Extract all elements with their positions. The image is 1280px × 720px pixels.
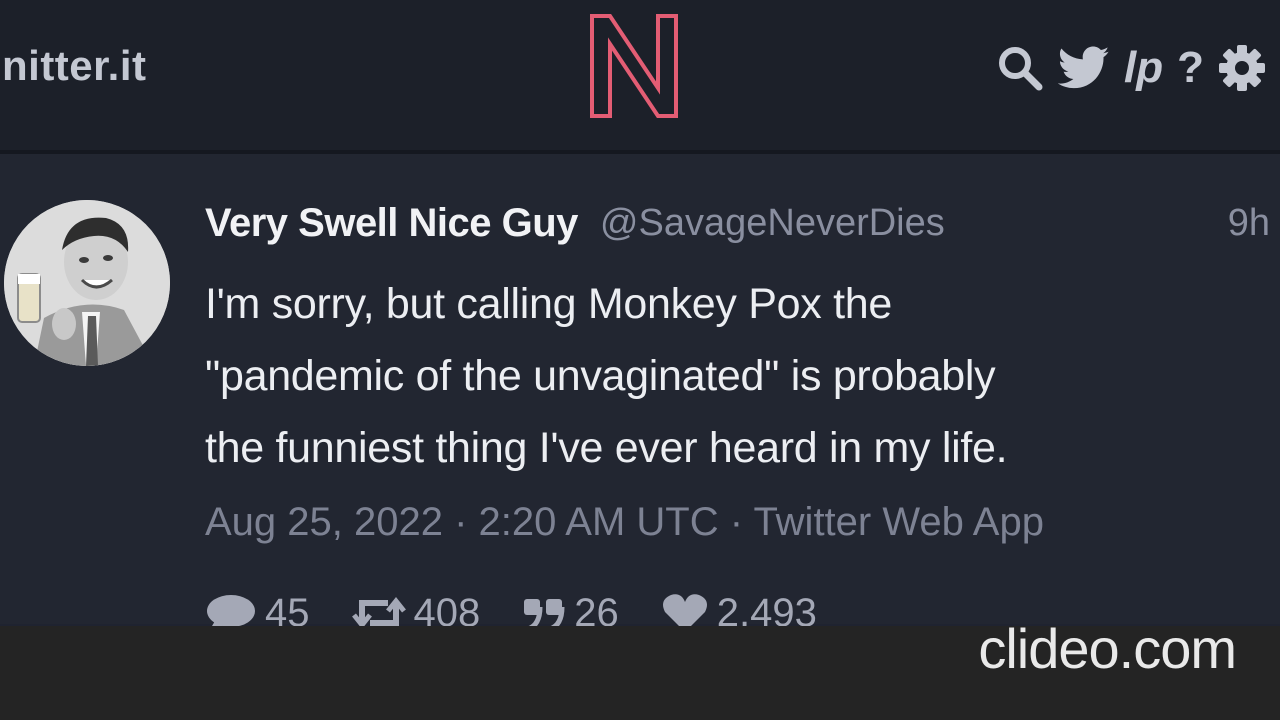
tweet-content: I'm sorry, but calling Monkey Pox the "p… xyxy=(205,268,1275,484)
fullname-link[interactable]: Very Swell Nice Guy xyxy=(205,201,578,246)
navbar: nitter.it N lp ? xyxy=(0,0,1280,154)
watermark-text: clideo.com xyxy=(978,617,1237,680)
nav-icons: lp ? xyxy=(996,40,1266,96)
tweet-published-date: Aug 25, 2022 · 2:20 AM UTC · Twitter Web… xyxy=(205,500,1044,544)
username-link[interactable]: @SavageNeverDies xyxy=(600,202,945,245)
site-name-link[interactable]: nitter.it xyxy=(2,42,147,90)
avatar[interactable] xyxy=(4,200,170,366)
tweet-content-line: "pandemic of the unvaginated" is probabl… xyxy=(205,352,996,400)
tweet-content-line: I'm sorry, but calling Monkey Pox the xyxy=(205,280,892,328)
lp-icon[interactable]: lp xyxy=(1124,46,1163,90)
gear-icon[interactable] xyxy=(1218,44,1266,92)
help-icon[interactable]: ? xyxy=(1177,46,1204,90)
search-icon[interactable] xyxy=(996,44,1044,92)
tweet-header: Very Swell Nice Guy @SavageNeverDies 9h xyxy=(205,196,1270,250)
tweet-content-line: the funniest thing I've ever heard in my… xyxy=(205,424,1008,472)
tweet-time-link[interactable]: 9h xyxy=(1228,202,1270,245)
nitter-logo[interactable]: N xyxy=(586,10,682,122)
logo-letter: N xyxy=(586,10,587,11)
twitter-bird-icon[interactable] xyxy=(1058,45,1110,91)
avatar-image xyxy=(4,200,170,366)
